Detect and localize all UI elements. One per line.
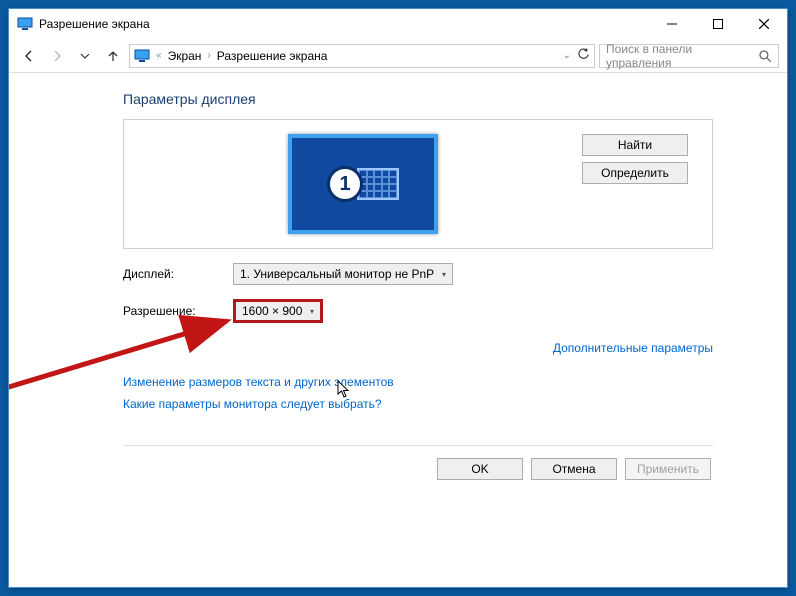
display-row: Дисплей: 1. Универсальный монитор не PnP… bbox=[123, 263, 713, 285]
chevron-down-icon: ▾ bbox=[442, 270, 446, 279]
up-button[interactable] bbox=[101, 44, 125, 68]
titlebar: Разрешение экрана bbox=[9, 9, 787, 39]
content-area: Параметры дисплея 1 Найти bbox=[9, 73, 787, 587]
window-controls bbox=[649, 9, 787, 39]
recent-menu-button[interactable] bbox=[73, 44, 97, 68]
apply-button[interactable]: Применить bbox=[625, 458, 711, 480]
resolution-row: Разрешение: 1600 × 900 ▾ bbox=[123, 299, 713, 323]
find-button[interactable]: Найти bbox=[582, 134, 688, 156]
resolution-label: Разрешение: bbox=[123, 304, 233, 318]
breadcrumb-seg-resolution[interactable]: Разрешение экрана bbox=[217, 49, 328, 63]
window-frame: Разрешение экрана « Экран › Разрешение э… bbox=[8, 8, 788, 588]
display-label: Дисплей: bbox=[123, 267, 233, 281]
breadcrumb-root-chevron[interactable]: « bbox=[156, 50, 162, 61]
page-heading: Параметры дисплея bbox=[123, 91, 713, 107]
window-title: Разрешение экрана bbox=[39, 17, 150, 31]
monitor-grid-icon bbox=[357, 168, 399, 200]
chevron-down-icon: ▾ bbox=[310, 307, 314, 316]
display-value: 1. Универсальный монитор не PnP bbox=[240, 267, 434, 281]
chevron-right-icon: › bbox=[207, 50, 210, 61]
breadcrumb-seg-screen[interactable]: Экран bbox=[168, 49, 202, 63]
display-combobox[interactable]: 1. Универсальный монитор не PnP ▾ bbox=[233, 263, 453, 285]
search-box[interactable]: Поиск в панели управления bbox=[599, 44, 779, 68]
forward-button[interactable] bbox=[45, 44, 69, 68]
footer-buttons: OK Отмена Применить bbox=[123, 446, 713, 480]
resolution-combobox[interactable]: 1600 × 900 ▾ bbox=[233, 299, 323, 323]
address-dropdown-icon[interactable]: ⌄ bbox=[563, 50, 571, 61]
cancel-button[interactable]: Отмена bbox=[531, 458, 617, 480]
ok-button[interactable]: OK bbox=[437, 458, 523, 480]
breadcrumb-monitor-icon bbox=[134, 48, 150, 64]
which-params-link[interactable]: Какие параметры монитора следует выбрать… bbox=[123, 397, 713, 411]
close-button[interactable] bbox=[741, 9, 787, 39]
monitor-app-icon bbox=[17, 16, 33, 32]
search-placeholder: Поиск в панели управления bbox=[606, 42, 758, 70]
identify-button[interactable]: Определить bbox=[582, 162, 688, 184]
monitor-number-badge: 1 bbox=[327, 166, 363, 202]
resolution-value: 1600 × 900 bbox=[242, 304, 302, 318]
advanced-settings-link[interactable]: Дополнительные параметры bbox=[553, 341, 713, 355]
navbar: « Экран › Разрешение экрана ⌄ Поиск в па… bbox=[9, 39, 787, 73]
display-preview-panel: 1 Найти Определить bbox=[123, 119, 713, 249]
monitor-preview[interactable]: 1 bbox=[288, 134, 438, 234]
minimize-button[interactable] bbox=[649, 9, 695, 39]
search-icon[interactable] bbox=[758, 49, 772, 63]
refresh-button[interactable] bbox=[577, 48, 590, 64]
back-button[interactable] bbox=[17, 44, 41, 68]
text-size-link[interactable]: Изменение размеров текста и других элеме… bbox=[123, 375, 713, 389]
maximize-button[interactable] bbox=[695, 9, 741, 39]
address-bar[interactable]: « Экран › Разрешение экрана ⌄ bbox=[129, 44, 595, 68]
